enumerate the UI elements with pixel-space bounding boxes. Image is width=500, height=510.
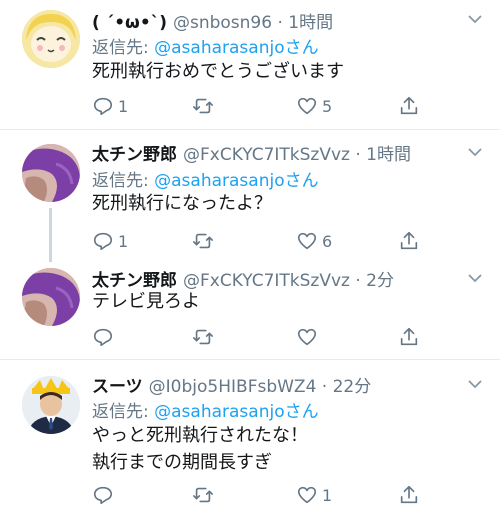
share-button[interactable]: [398, 95, 420, 117]
like-count: 6: [322, 231, 333, 251]
avatar[interactable]: [22, 376, 80, 434]
reply-prefix: 返信先:: [92, 171, 155, 191]
reply-to: 返信先: @asaharasanjoさん: [92, 166, 319, 191]
tweet-actions: [92, 326, 432, 348]
tweet-text-line: テレビ見ろよ: [92, 291, 200, 312]
tweet-text: やっと死刑執行されたな！ 執行までの期間長すぎ: [92, 422, 308, 476]
reply-count: 1: [118, 96, 129, 116]
like-count: 5: [322, 96, 333, 116]
reply-to: 返信先: @asaharasanjoさん: [92, 397, 319, 422]
like-button[interactable]: 6: [296, 230, 332, 252]
tweet-text: 死刑執行おめでとうございます: [92, 58, 344, 85]
like-icon: [297, 328, 317, 346]
tweet-header: 太チン野郎 @FxCKYC7ITkSzVvz · 1時間: [92, 140, 411, 165]
like-button[interactable]: 1: [296, 484, 332, 506]
share-button[interactable]: [398, 230, 420, 252]
like-icon: [297, 232, 317, 250]
reply-button[interactable]: [92, 484, 118, 506]
avatar[interactable]: [22, 144, 80, 202]
tweet-actions: 1 5: [92, 95, 432, 117]
handle-time[interactable]: @snbosn96 · 1時間: [173, 13, 333, 33]
tweet-text-line: 死刑執行おめでとうございます: [92, 61, 344, 82]
reply-to: 返信先: @asaharasanjoさん: [92, 33, 319, 58]
share-button[interactable]: [398, 326, 420, 348]
reply-icon: [93, 97, 113, 116]
tweet-actions: 1 6: [92, 230, 432, 252]
reply-mention[interactable]: @asaharasanjoさん: [154, 402, 318, 422]
like-button[interactable]: [296, 326, 322, 348]
like-icon: [297, 486, 317, 504]
tweet-3[interactable]: 太チン野郎 @FxCKYC7ITkSzVvz · 2分 テレビ見ろよ: [0, 262, 500, 356]
retweet-button[interactable]: [192, 95, 218, 117]
reply-button[interactable]: 1: [92, 230, 128, 252]
reply-mention[interactable]: @asaharasanjoさん: [154, 171, 318, 191]
like-icon: [297, 97, 317, 115]
display-name[interactable]: ( ´•ω•`): [92, 13, 167, 33]
retweet-icon: [193, 233, 213, 249]
tweet-actions: 1: [92, 484, 432, 506]
retweet-icon: [193, 487, 213, 503]
chevron-down-icon[interactable]: [468, 379, 482, 389]
share-icon: [400, 327, 418, 346]
reply-mention[interactable]: @asaharasanjoさん: [154, 38, 318, 58]
chevron-down-icon[interactable]: [468, 273, 482, 283]
reply-icon: [93, 328, 113, 347]
display-name[interactable]: スーツ: [92, 377, 143, 397]
like-button[interactable]: 5: [296, 95, 332, 117]
retweet-button[interactable]: [192, 484, 218, 506]
retweet-icon: [193, 329, 213, 345]
retweet-button[interactable]: [192, 230, 218, 252]
reply-prefix: 返信先:: [92, 402, 155, 422]
avatar[interactable]: [22, 268, 80, 326]
tweet-text-line: 執行までの期間長すぎ: [92, 452, 272, 473]
tweet-header: スーツ @I0bjo5HIBFsbWZ4 · 22分: [92, 372, 371, 397]
handle-time[interactable]: @FxCKYC7ITkSzVvz · 1時間: [183, 145, 411, 165]
handle-time[interactable]: @I0bjo5HIBFsbWZ4 · 22分: [149, 377, 372, 397]
tweet-text: テレビ見ろよ: [92, 288, 200, 315]
retweet-icon: [193, 98, 213, 114]
tweet-header: ( ´•ω•`) @snbosn96 · 1時間: [92, 8, 333, 33]
reply-icon: [93, 486, 113, 505]
share-icon: [400, 231, 418, 250]
share-icon: [400, 96, 418, 115]
reply-prefix: 返信先:: [92, 38, 155, 58]
tweet-4[interactable]: スーツ @I0bjo5HIBFsbWZ4 · 22分 返信先: @asaharas…: [0, 360, 500, 510]
reply-count: 1: [118, 231, 129, 251]
share-button[interactable]: [398, 484, 420, 506]
tweet-2[interactable]: 太チン野郎 @FxCKYC7ITkSzVvz · 1時間 返信先: @asahar…: [0, 130, 500, 258]
retweet-button[interactable]: [192, 326, 218, 348]
tweet-text-line: やっと死刑執行されたな！: [92, 425, 308, 446]
reply-button[interactable]: [92, 326, 118, 348]
like-count: 1: [322, 485, 333, 505]
chevron-down-icon[interactable]: [468, 14, 482, 24]
handle-time[interactable]: @FxCKYC7ITkSzVvz · 2分: [183, 271, 394, 291]
display-name[interactable]: 太チン野郎: [92, 145, 177, 165]
thread-connector: [49, 208, 52, 262]
reply-icon: [93, 232, 113, 251]
chevron-down-icon[interactable]: [468, 147, 482, 157]
reply-button[interactable]: 1: [92, 95, 128, 117]
share-icon: [400, 485, 418, 504]
tweet-text: 死刑執行になったよ？: [92, 190, 272, 217]
tweet-1[interactable]: ( ´•ω•`) @snbosn96 · 1時間 返信先: @asaharasan…: [0, 0, 500, 128]
avatar[interactable]: [22, 10, 80, 68]
tweet-text-line: 死刑執行になったよ？: [92, 193, 272, 214]
